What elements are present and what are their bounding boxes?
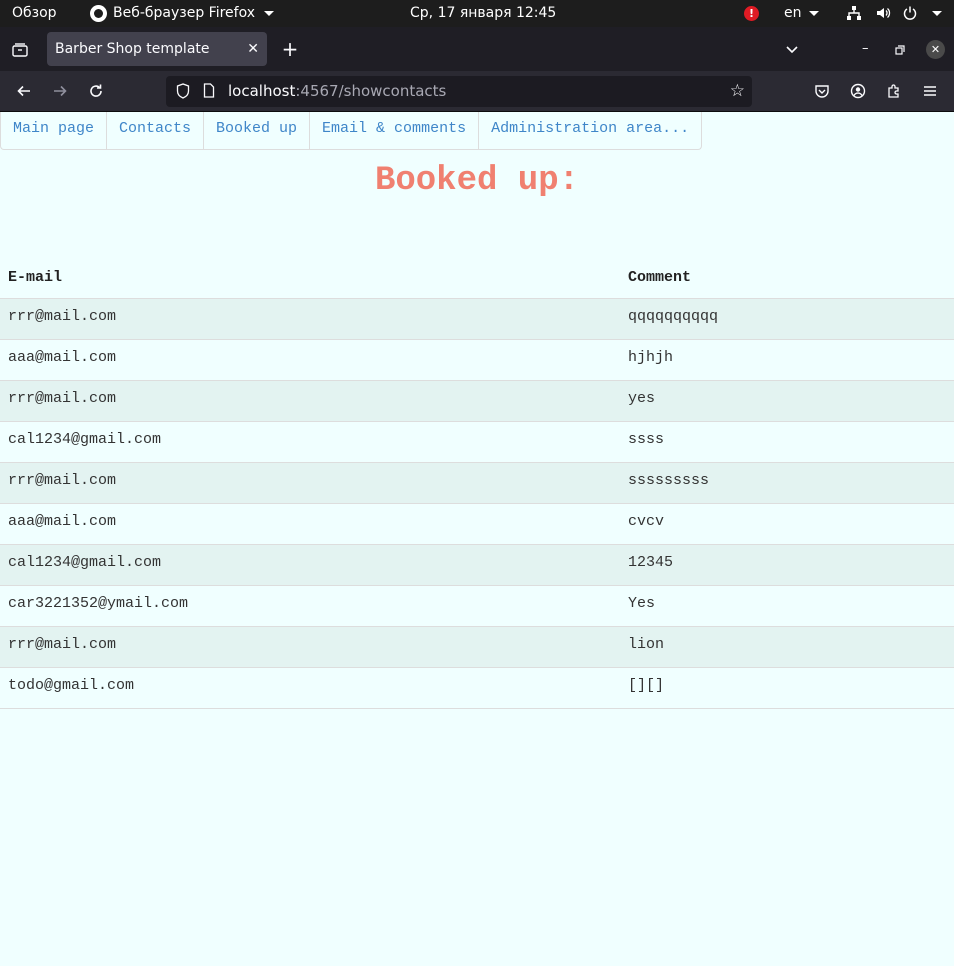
nav-link-email-comments[interactable]: Email & comments	[310, 112, 480, 149]
web-page: Main page Contacts Booked up Email & com…	[0, 112, 954, 966]
pocket-icon[interactable]	[809, 79, 835, 103]
input-language-selector[interactable]: en	[784, 0, 819, 27]
maximize-window-icon[interactable]	[895, 35, 905, 63]
table-row: aaa@mail.com cvcv	[0, 503, 954, 545]
email-cell: cal1234@gmail.com	[0, 421, 620, 463]
page-icon[interactable]	[203, 82, 216, 100]
close-tab-icon[interactable]: ✕	[247, 32, 259, 66]
menu-icon[interactable]	[917, 79, 943, 103]
table-row: todo@gmail.com [][]	[0, 667, 954, 709]
table-row: rrr@mail.com qqqqqqqqqq	[0, 298, 954, 340]
tab-list-icon[interactable]	[8, 37, 32, 61]
url-host: localhost	[228, 82, 296, 100]
chevron-down-icon	[264, 11, 275, 16]
activities-button[interactable]: Обзор	[12, 0, 57, 27]
column-header-email: E-mail	[0, 257, 620, 299]
power-icon[interactable]	[902, 0, 918, 27]
minimize-window-icon[interactable]: –	[862, 35, 869, 63]
comment-cell: cvcv	[620, 503, 954, 545]
extensions-icon[interactable]	[881, 79, 907, 103]
reload-icon[interactable]	[83, 79, 109, 103]
system-top-bar: Обзор Веб-браузер Firefox Ср, 17 января …	[0, 0, 954, 27]
site-nav: Main page Contacts Booked up Email & com…	[0, 112, 703, 150]
nav-link-booked-up[interactable]: Booked up	[204, 112, 311, 149]
close-window-icon[interactable]: ✕	[926, 40, 945, 59]
new-tab-icon[interactable]: +	[280, 35, 300, 63]
network-icon[interactable]	[846, 0, 862, 27]
nav-link-main-page[interactable]: Main page	[1, 112, 108, 149]
back-icon[interactable]	[11, 79, 37, 103]
volume-icon[interactable]	[875, 0, 891, 27]
firefox-icon	[90, 5, 107, 22]
email-cell: aaa@mail.com	[0, 503, 620, 545]
table-row: cal1234@gmail.com 12345	[0, 544, 954, 586]
browser-navigation-bar: localhost:4567/showcontacts ☆	[0, 71, 954, 112]
language-label: en	[784, 5, 802, 21]
tab-title: Barber Shop template	[55, 41, 210, 57]
comment-cell: [][]	[620, 667, 954, 709]
table-row: rrr@mail.com sssssssss	[0, 462, 954, 504]
comment-cell: qqqqqqqqqq	[620, 298, 954, 340]
account-icon[interactable]	[845, 79, 871, 103]
column-header-comment: Comment	[620, 257, 954, 299]
email-cell: rrr@mail.com	[0, 462, 620, 504]
url-path: :4567/showcontacts	[295, 82, 447, 100]
email-cell: todo@gmail.com	[0, 667, 620, 709]
page-title: Booked up:	[374, 162, 580, 200]
comment-cell: hjhjh	[620, 339, 954, 381]
email-cell: rrr@mail.com	[0, 626, 620, 668]
nav-link-administration[interactable]: Administration area...	[479, 112, 701, 149]
clock[interactable]: Ср, 17 января 12:45	[410, 0, 556, 27]
comment-cell: yes	[620, 380, 954, 422]
address-bar[interactable]: localhost:4567/showcontacts ☆	[166, 76, 752, 107]
table-header-row: E-mail Comment	[0, 257, 954, 299]
records-table: E-mail Comment rrr@mail.com qqqqqqqqqq a…	[0, 257, 954, 709]
comment-cell: Yes	[620, 585, 954, 627]
comment-cell: ssss	[620, 421, 954, 463]
comment-cell: 12345	[620, 544, 954, 586]
app-menu-button[interactable]: Веб-браузер Firefox	[90, 0, 275, 27]
comment-cell: sssssssss	[620, 462, 954, 504]
table-row: rrr@mail.com yes	[0, 380, 954, 422]
system-menu-chevron-icon[interactable]	[929, 0, 942, 27]
browser-tab-strip: Barber Shop template ✕ + – ✕	[0, 27, 954, 71]
email-cell: rrr@mail.com	[0, 298, 620, 340]
star-icon[interactable]: ☆	[730, 76, 745, 107]
email-cell: aaa@mail.com	[0, 339, 620, 381]
nav-link-contacts[interactable]: Contacts	[107, 112, 205, 149]
email-cell: rrr@mail.com	[0, 380, 620, 422]
email-cell: cal1234@gmail.com	[0, 544, 620, 586]
browser-tab-active[interactable]: Barber Shop template ✕	[47, 32, 267, 66]
app-name-label: Веб-браузер Firefox	[113, 5, 256, 21]
comment-cell: lion	[620, 626, 954, 668]
notification-alert-icon[interactable]: !	[744, 6, 759, 21]
table-row: rrr@mail.com lion	[0, 626, 954, 668]
shield-icon[interactable]	[175, 82, 191, 100]
forward-icon[interactable]	[47, 79, 73, 103]
table-row: cal1234@gmail.com ssss	[0, 421, 954, 463]
url-text[interactable]: localhost:4567/showcontacts	[228, 76, 446, 107]
chevron-down-icon	[808, 10, 819, 16]
tab-overflow-chevron-icon[interactable]	[785, 35, 799, 63]
email-cell: car3221352@ymail.com	[0, 585, 620, 627]
table-row: car3221352@ymail.com Yes	[0, 585, 954, 627]
table-row: aaa@mail.com hjhjh	[0, 339, 954, 381]
chevron-down-icon	[932, 10, 942, 16]
